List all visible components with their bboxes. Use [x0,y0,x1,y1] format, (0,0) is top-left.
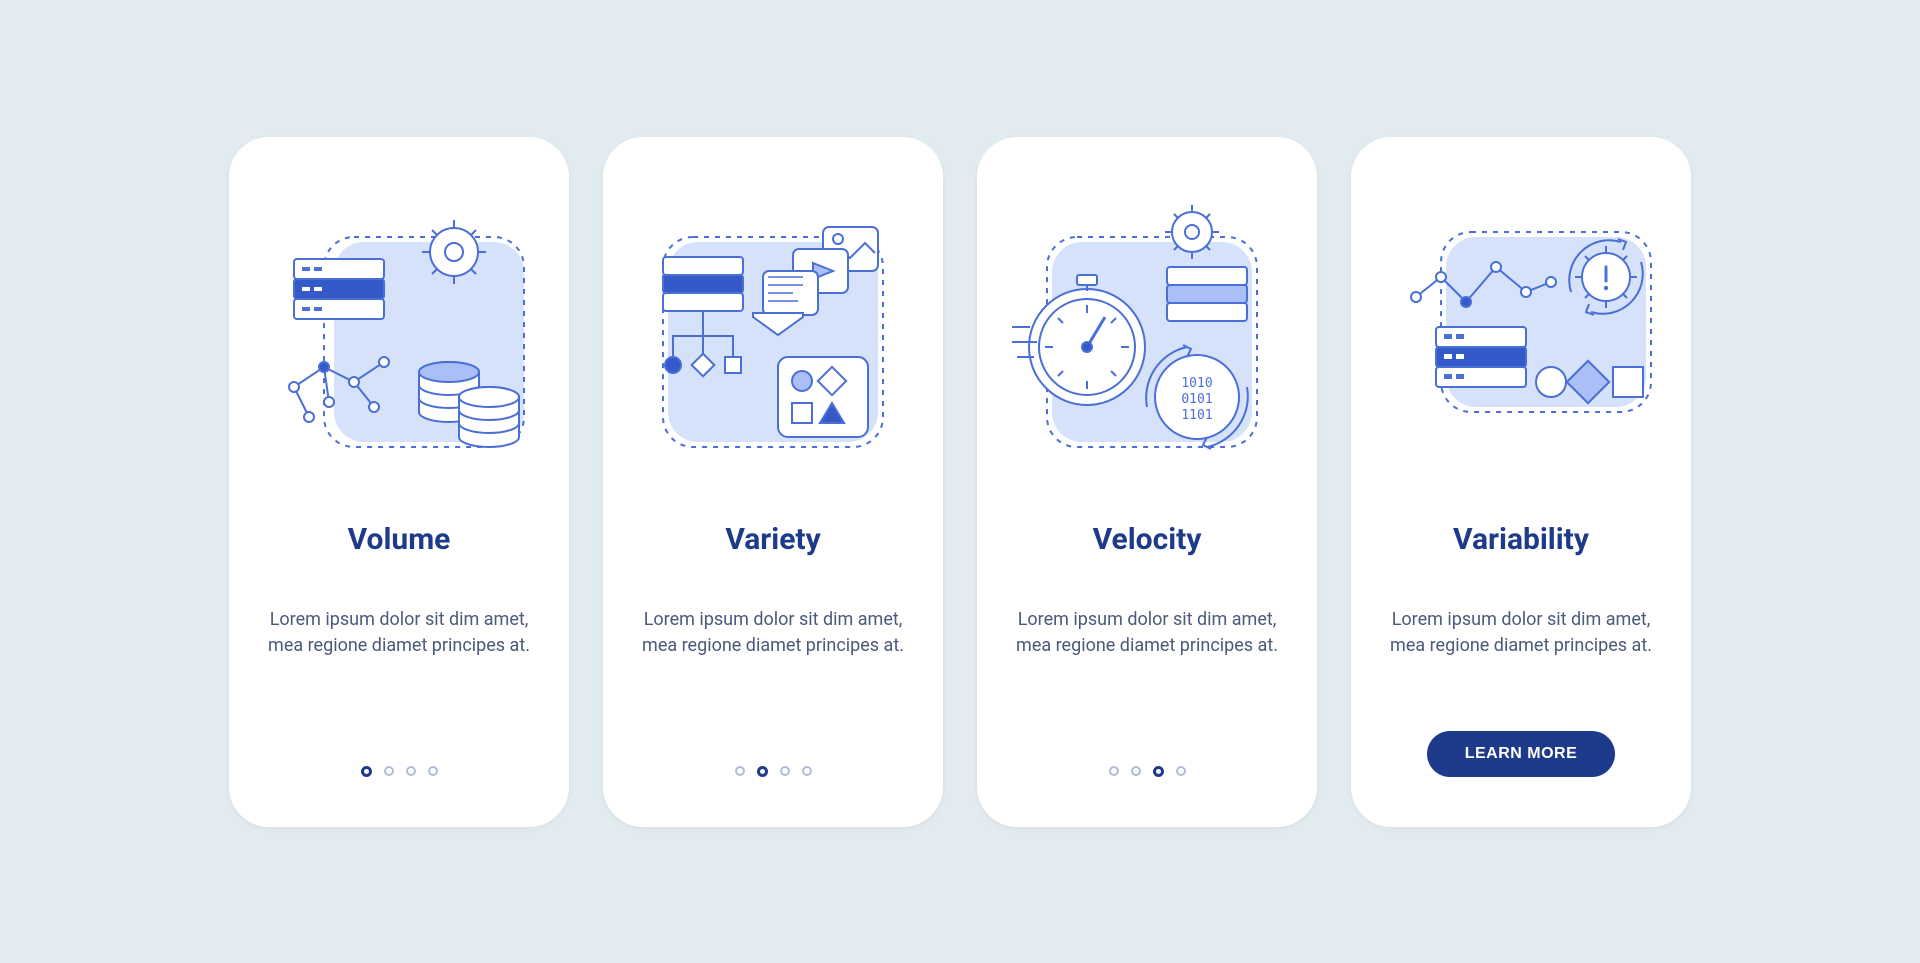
svg-text:1010: 1010 [1181,376,1212,391]
card-title: Variability [1453,522,1589,557]
pager-dot[interactable] [406,766,416,776]
pager [361,766,438,777]
pager [735,766,812,777]
onboarding-card-variety: Variety Lorem ipsum dolor sit dim amet, … [603,137,943,827]
pager-dot[interactable] [1153,766,1164,777]
svg-text:1101: 1101 [1181,408,1212,423]
onboarding-card-row: Volume Lorem ipsum dolor sit dim amet, m… [179,137,1741,827]
pager-dot[interactable] [428,766,438,776]
learn-more-button[interactable]: LEARN MORE [1427,731,1616,777]
onboarding-card-velocity: 0101 1010 1101 Velocity Lorem ipsum dolo… [977,137,1317,827]
pager-dot[interactable] [735,766,745,776]
onboarding-card-volume: Volume Lorem ipsum dolor sit dim amet, m… [229,137,569,827]
card-desc: Lorem ipsum dolor sit dim amet, mea regi… [257,607,541,766]
variability-illustration-icon [1386,197,1656,467]
pager-dot[interactable] [802,766,812,776]
variety-illustration-icon [638,197,908,467]
volume-illustration-icon [264,197,534,467]
card-desc: Lorem ipsum dolor sit dim amet, mea regi… [631,607,915,766]
cta-wrap: LEARN MORE [1427,731,1616,777]
pager-dot[interactable] [361,766,372,777]
pager-dot[interactable] [780,766,790,776]
pager-dot[interactable] [1176,766,1186,776]
card-desc: Lorem ipsum dolor sit dim amet, mea regi… [1005,607,1289,766]
pager-dot[interactable] [384,766,394,776]
card-title: Volume [348,522,451,557]
pager-dot[interactable] [757,766,768,777]
pager [1109,766,1186,777]
svg-text:0101: 0101 [1181,392,1212,407]
velocity-illustration-icon: 0101 1010 1101 [1012,197,1282,467]
card-title: Variety [725,522,820,557]
card-title: Velocity [1093,522,1202,557]
pager-dot[interactable] [1131,766,1141,776]
pager-dot[interactable] [1109,766,1119,776]
onboarding-card-variability: Variability Lorem ipsum dolor sit dim am… [1351,137,1691,827]
card-desc: Lorem ipsum dolor sit dim amet, mea regi… [1379,607,1663,731]
